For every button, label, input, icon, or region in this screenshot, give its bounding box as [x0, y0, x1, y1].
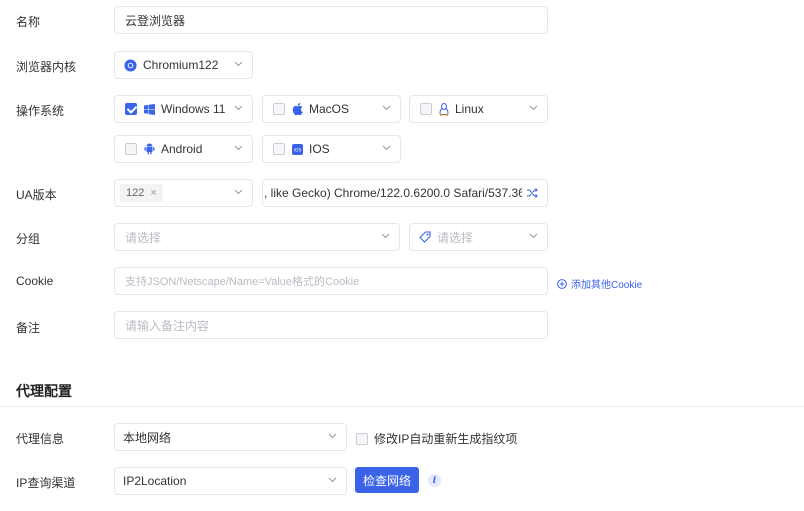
regen-fingerprint-checkbox[interactable]	[356, 432, 368, 445]
chevron-down-icon	[234, 61, 243, 69]
linux-icon	[439, 102, 449, 116]
ua-version-select[interactable]: 122 ×	[114, 179, 253, 207]
os-label: 操作系统	[16, 104, 65, 118]
section-divider	[0, 406, 804, 407]
tag-remove-icon[interactable]: ×	[150, 187, 156, 199]
cookie-label: Cookie	[16, 274, 54, 288]
shuffle-icon[interactable]	[526, 187, 538, 202]
windows-checkbox[interactable]	[125, 103, 137, 115]
android-icon	[144, 143, 155, 155]
proxy-info-value: 本地网络	[123, 430, 172, 445]
svg-text:iOS: iOS	[294, 147, 302, 153]
chevron-down-icon	[382, 145, 391, 153]
os-label-macos: MacOS	[309, 102, 350, 116]
chevron-down-icon	[234, 105, 243, 113]
macos-checkbox[interactable]	[273, 103, 285, 115]
group-select[interactable]: 请选择	[114, 223, 400, 251]
tag-select[interactable]: 请选择	[409, 223, 548, 251]
linux-checkbox[interactable]	[420, 103, 432, 115]
os-option-macos[interactable]: MacOS	[262, 95, 401, 123]
ios-icon: iOS	[292, 143, 303, 155]
plus-circle-icon	[557, 278, 567, 289]
regen-fingerprint-label: 修改IP自动重新生成指纹项	[374, 432, 518, 446]
ip-channel-value: IP2Location	[123, 474, 187, 488]
os-option-windows[interactable]: Windows 11	[114, 95, 253, 123]
os-label-windows: Windows 11	[161, 102, 226, 116]
os-option-ios[interactable]: iOS IOS	[262, 135, 401, 163]
os-label-android: Android	[161, 142, 203, 156]
os-label-linux: Linux	[455, 102, 484, 116]
chevron-down-icon	[328, 433, 337, 441]
ua-version-tag: 122 ×	[120, 184, 163, 202]
note-placeholder: 请输入备注内容	[125, 318, 210, 333]
name-value: 云登浏览器	[125, 13, 186, 28]
chevron-down-icon	[328, 477, 337, 485]
apple-icon	[292, 103, 303, 115]
kernel-value: Chromium122	[143, 58, 219, 72]
ip-channel-label: IP查询渠道	[16, 476, 76, 490]
chromium-icon	[124, 58, 137, 72]
cookie-input[interactable]: 支持JSON/Netscape/Name=Value格式的Cookie	[114, 267, 548, 295]
add-cookie-text: 添加其他Cookie	[571, 280, 643, 291]
note-label: 备注	[16, 321, 41, 335]
os-option-android[interactable]: Android	[114, 135, 253, 163]
check-network-button[interactable]: 检查网络	[355, 467, 419, 493]
kernel-select[interactable]: Chromium122	[114, 51, 253, 79]
chevron-down-icon	[529, 233, 538, 241]
tag-icon	[419, 231, 431, 243]
name-label: 名称	[16, 15, 41, 29]
windows-icon	[144, 103, 155, 115]
name-input[interactable]: 云登浏览器	[114, 6, 548, 34]
group-label: 分组	[16, 232, 41, 246]
ua-version-tag-text: 122	[126, 187, 145, 199]
note-input[interactable]: 请输入备注内容	[114, 311, 548, 339]
chevron-down-icon	[382, 105, 391, 113]
chevron-down-icon	[529, 105, 538, 113]
regen-fingerprint-option[interactable]: 修改IP自动重新生成指纹项	[356, 430, 517, 447]
info-icon[interactable]: i	[428, 474, 441, 487]
chevron-down-icon	[234, 189, 243, 197]
add-cookie-link[interactable]: 添加其他Cookie	[557, 276, 642, 291]
proxy-info-select[interactable]: 本地网络	[114, 423, 347, 451]
cookie-placeholder: 支持JSON/Netscape/Name=Value格式的Cookie	[125, 276, 360, 288]
tag-placeholder: 请选择	[437, 230, 474, 245]
ip-channel-select[interactable]: IP2Location	[114, 467, 347, 495]
os-option-linux[interactable]: Linux	[409, 95, 548, 123]
ua-string-value: , like Gecko) Chrome/122.0.6200.0 Safari…	[264, 186, 522, 200]
ios-checkbox[interactable]	[273, 143, 285, 155]
proxy-info-label: 代理信息	[16, 432, 65, 446]
group-placeholder: 请选择	[125, 230, 162, 245]
android-checkbox[interactable]	[125, 143, 137, 155]
proxy-section-title: 代理配置	[16, 383, 72, 399]
chevron-down-icon	[381, 233, 390, 241]
os-label-ios: IOS	[309, 142, 330, 156]
kernel-label: 浏览器内核	[16, 60, 77, 74]
chevron-down-icon	[234, 145, 243, 153]
ua-label: UA版本	[16, 188, 57, 202]
ua-string-input[interactable]: , like Gecko) Chrome/122.0.6200.0 Safari…	[262, 179, 548, 207]
